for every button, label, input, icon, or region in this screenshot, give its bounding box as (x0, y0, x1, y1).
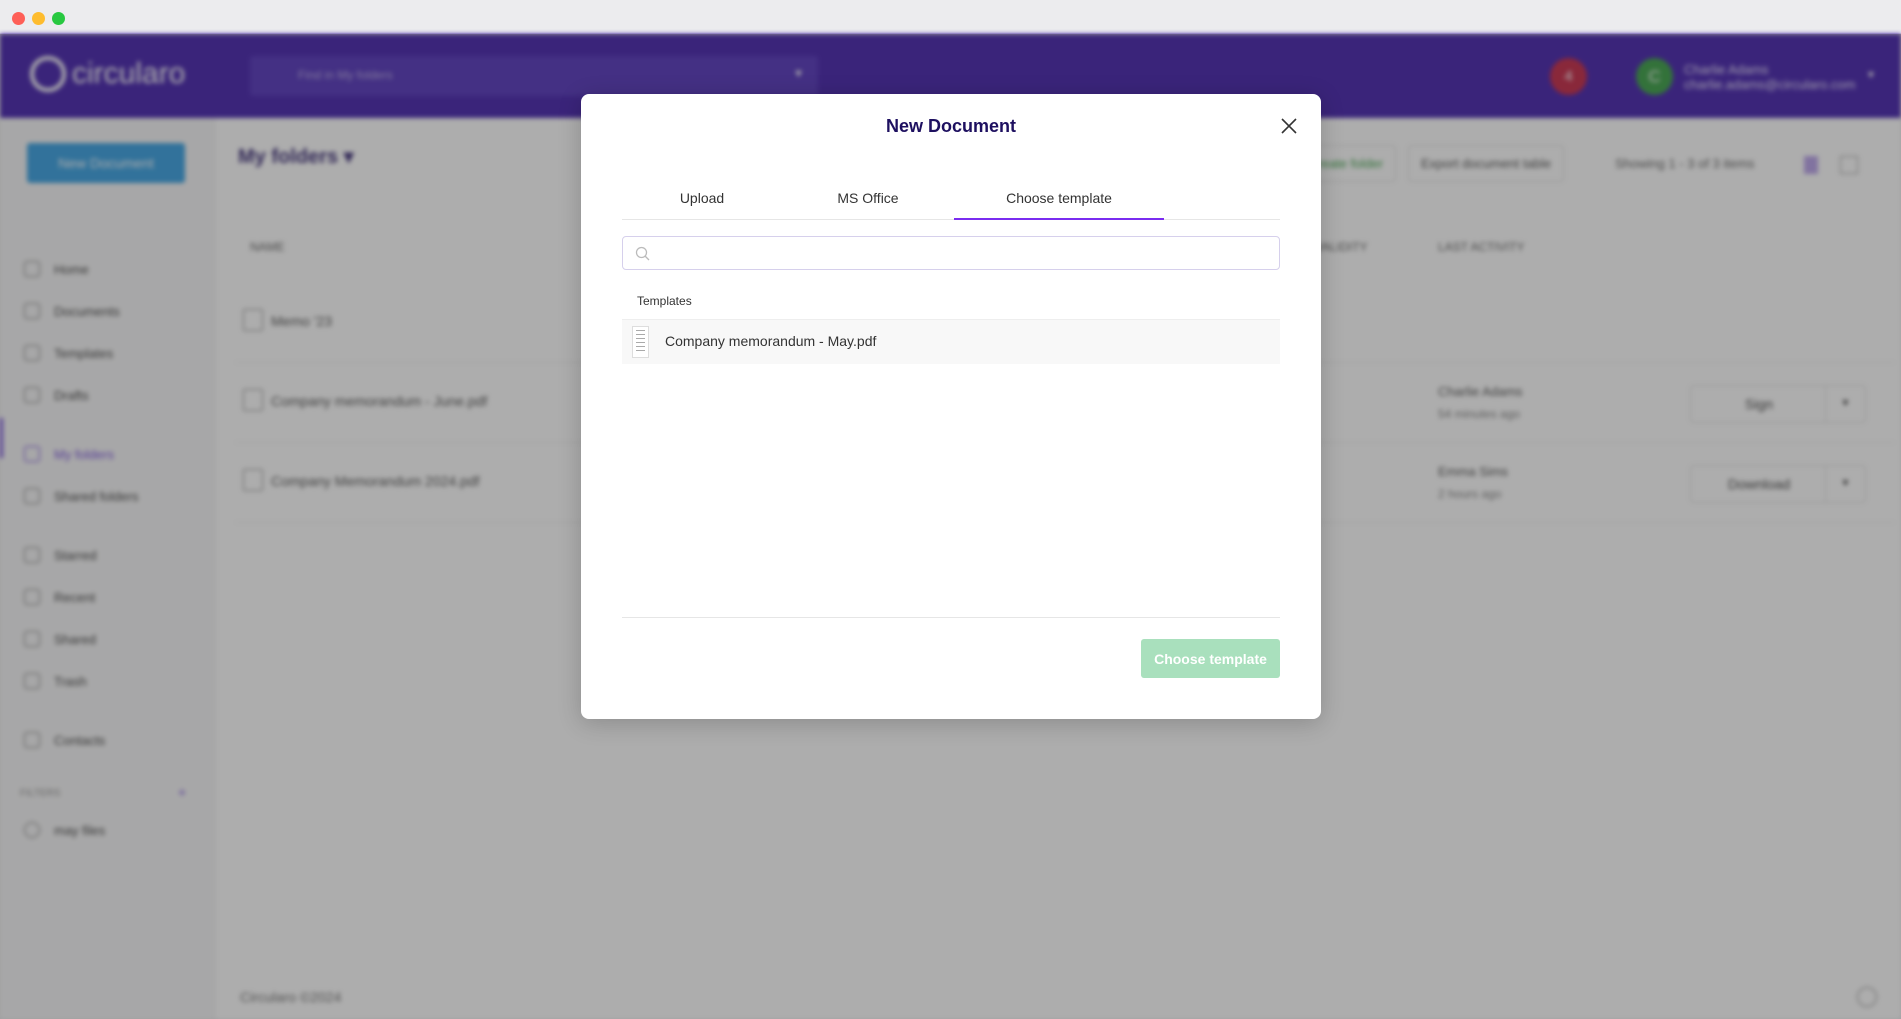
templates-section-label: Templates (637, 294, 692, 308)
browser-chrome (0, 0, 1901, 34)
divider (622, 617, 1280, 618)
template-search (622, 236, 1280, 270)
template-list-item[interactable]: Company memorandum - May.pdf (622, 319, 1280, 364)
template-search-input[interactable] (623, 237, 1279, 269)
tab-ms-office[interactable]: MS Office (782, 186, 954, 220)
window-maximize-button[interactable] (52, 12, 65, 25)
tab-choose-template[interactable]: Choose template (954, 186, 1164, 220)
dialog-tabs: Upload MS Office Choose template (622, 186, 1280, 220)
close-icon[interactable] (1279, 116, 1299, 136)
choose-template-button[interactable]: Choose template (1141, 639, 1280, 678)
search-icon (635, 246, 650, 261)
dialog-title: New Document (885, 116, 1017, 136)
window-close-button[interactable] (12, 12, 25, 25)
tab-upload[interactable]: Upload (622, 186, 782, 220)
new-document-dialog: New Document Upload MS Office Choose tem… (581, 94, 1321, 719)
template-name: Company memorandum - May.pdf (665, 333, 877, 349)
window-minimize-button[interactable] (32, 12, 45, 25)
document-thumbnail-icon (632, 326, 649, 358)
